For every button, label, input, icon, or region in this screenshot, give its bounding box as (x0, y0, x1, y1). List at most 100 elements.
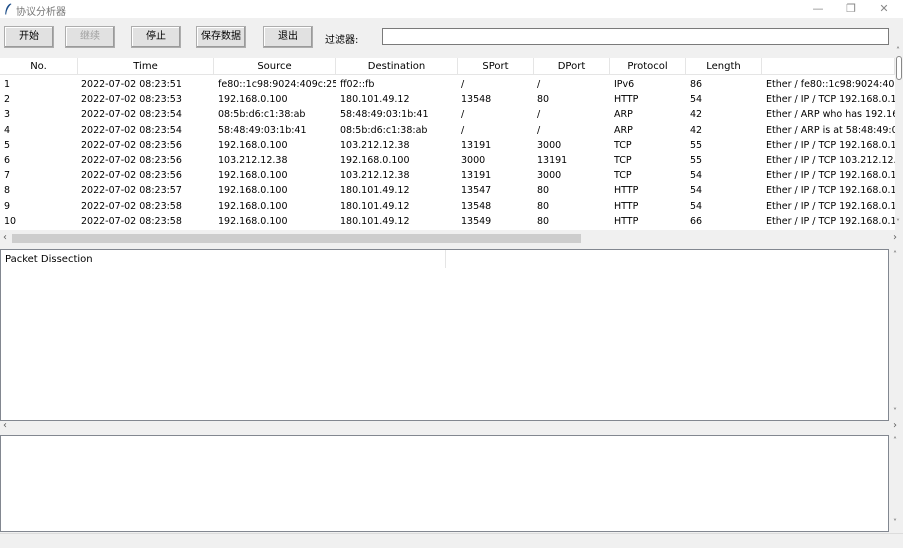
scroll-left-icon[interactable]: ‹ (3, 420, 7, 431)
table-row[interactable]: 1 2022-07-02 08:23:51 fe80::1c98:9024:409c… (0, 77, 895, 92)
dissection-title: Packet Dissection (5, 254, 93, 265)
scroll-down-icon[interactable]: ˅ (896, 218, 900, 227)
title-bar[interactable]: 协议分析器 — ❐ ✕ (0, 0, 903, 18)
cell-protocol: HTTP (614, 185, 639, 197)
table-horizontal-scrollbar[interactable]: ‹ › (0, 231, 903, 245)
column-header-info[interactable] (762, 58, 895, 75)
cell-dport: / (537, 124, 541, 136)
cell-no: 2 (4, 94, 11, 106)
dissection-vertical-scrollbar[interactable]: ˄ ˅ (889, 249, 903, 421)
save-data-button[interactable]: 保存数据 (196, 26, 246, 48)
cell-dport: 80 (537, 215, 550, 227)
cell-source: 192.168.0.100 (218, 215, 288, 227)
table-row[interactable]: 8 2022-07-02 08:23:57 192.168.0.100 180.101… (0, 183, 895, 198)
cell-no: 7 (4, 170, 11, 182)
scroll-down-icon[interactable]: ˅ (893, 407, 897, 416)
table-row[interactable]: 5 2022-07-02 08:23:56 192.168.0.100 103.212… (0, 138, 895, 153)
scroll-up-icon[interactable]: ˄ (896, 46, 900, 55)
close-button[interactable]: ✕ (867, 0, 901, 18)
cell-sport: / (461, 124, 465, 136)
table-row[interactable]: 3 2022-07-02 08:23:54 08:5b:d6:c1:38:ab 58:… (0, 107, 895, 122)
cell-dport: / (537, 79, 541, 90)
cell-destination: 103.212.12.38 (340, 139, 410, 151)
cell-time: 2022-07-02 08:23:58 (81, 215, 182, 227)
continue-button[interactable]: 继续 (65, 26, 115, 48)
table-header: No. Time Source Destination SPort DPort Protoc… (0, 58, 895, 75)
table-row[interactable]: 7 2022-07-02 08:23:56 192.168.0.100 103.212… (0, 168, 895, 183)
cell-no: 8 (4, 185, 11, 197)
cell-length: 66 (690, 215, 703, 227)
column-header-dport[interactable]: DPort (534, 58, 610, 75)
cell-time: 2022-07-02 08:23:54 (81, 109, 182, 121)
table-row[interactable]: 10 2022-07-02 08:23:58 192.168.0.100 180.10… (0, 214, 895, 229)
cell-length: 55 (690, 139, 703, 151)
table-row[interactable]: 2 2022-07-02 08:23:53 192.168.0.100 180.101… (0, 92, 895, 107)
exit-button[interactable]: 退出 (263, 26, 313, 48)
stop-button[interactable]: 停止 (131, 26, 181, 48)
cell-destination: 08:5b:d6:c1:38:ab (340, 124, 428, 136)
cell-sport: 13191 (461, 139, 492, 151)
table-row[interactable]: 9 2022-07-02 08:23:58 192.168.0.100 180.101… (0, 199, 895, 214)
scroll-right-icon[interactable]: › (893, 420, 897, 431)
dissection-header: Packet Dissection (1, 250, 446, 268)
table-hscroll-thumb[interactable] (12, 234, 581, 243)
cell-protocol: HTTP (614, 215, 639, 227)
cell-info: Ether / IP / TCP 192.168.0.10 (766, 94, 895, 106)
cell-time: 2022-07-02 08:23:56 (81, 170, 182, 182)
scroll-up-icon[interactable]: ˄ (893, 436, 897, 445)
cell-sport: 13547 (461, 185, 492, 197)
cell-length: 55 (690, 155, 703, 166)
table-row[interactable]: 4 2022-07-02 08:23:54 58:48:49:03:1b:41 08:… (0, 123, 895, 138)
app-window: 协议分析器 — ❐ ✕ 开始 继续 停止 保存数据 退出 过滤器: No. Tim… (0, 0, 903, 548)
hex-vertical-scrollbar[interactable]: ˄ ˅ (889, 435, 903, 532)
column-header-sport[interactable]: SPort (458, 58, 534, 75)
table-vertical-scrollbar[interactable]: ˄ ˅ (895, 46, 903, 232)
cell-protocol: TCP (614, 170, 632, 182)
filter-input[interactable] (382, 28, 889, 45)
dissection-horizontal-scrollbar[interactable]: ‹ › (0, 420, 903, 432)
table-row[interactable]: 6 2022-07-02 08:23:56 103.212.12.38 192.168… (0, 153, 895, 168)
maximize-button[interactable]: ❐ (834, 0, 868, 18)
cell-sport: 3000 (461, 155, 486, 166)
packet-dissection-tree[interactable]: Packet Dissection (0, 249, 889, 421)
cell-sport: 13548 (461, 94, 492, 106)
cell-no: 4 (4, 124, 11, 136)
column-header-destination[interactable]: Destination (336, 58, 458, 75)
cell-info: Ether / IP / TCP 192.168.0.10 (766, 170, 895, 182)
minimize-button[interactable]: — (801, 0, 835, 18)
cell-time: 2022-07-02 08:23:58 (81, 200, 182, 212)
column-header-source[interactable]: Source (214, 58, 336, 75)
scroll-down-icon[interactable]: ˅ (893, 518, 897, 527)
cell-dport: 13191 (537, 155, 568, 166)
cell-protocol: IPv6 (614, 79, 635, 90)
cell-dport: 80 (537, 200, 550, 212)
cell-time: 2022-07-02 08:23:54 (81, 124, 182, 136)
hex-dump-panel[interactable] (0, 435, 889, 532)
scroll-left-icon[interactable]: ‹ (3, 232, 7, 243)
cell-destination: 58:48:49:03:1b:41 (340, 109, 429, 121)
column-header-no[interactable]: No. (0, 58, 78, 75)
table-vscroll-thumb[interactable] (896, 56, 902, 80)
cell-sport: 13549 (461, 215, 492, 227)
cell-protocol: ARP (614, 124, 633, 136)
cell-dport: 3000 (537, 139, 562, 151)
cell-protocol: TCP (614, 155, 632, 166)
cell-no: 10 (4, 215, 17, 227)
cell-protocol: TCP (614, 139, 632, 151)
start-button[interactable]: 开始 (4, 26, 54, 48)
cell-info: Ether / IP / TCP 192.168.0.10 (766, 200, 895, 212)
window-title: 协议分析器 (16, 7, 66, 18)
column-header-protocol[interactable]: Protocol (610, 58, 686, 75)
cell-no: 9 (4, 200, 11, 212)
cell-length: 86 (690, 79, 703, 90)
scroll-up-icon[interactable]: ˄ (893, 250, 897, 259)
cell-source: 192.168.0.100 (218, 200, 288, 212)
column-header-time[interactable]: Time (78, 58, 214, 75)
cell-source: fe80::1c98:9024:409c:25fb (218, 79, 336, 90)
cell-length: 42 (690, 124, 703, 136)
column-header-length[interactable]: Length (686, 58, 762, 75)
cell-no: 1 (4, 79, 11, 90)
cell-info: Ether / IP / TCP 192.168.0.10 (766, 139, 895, 151)
scroll-right-icon[interactable]: › (893, 232, 897, 243)
cell-source: 192.168.0.100 (218, 185, 288, 197)
